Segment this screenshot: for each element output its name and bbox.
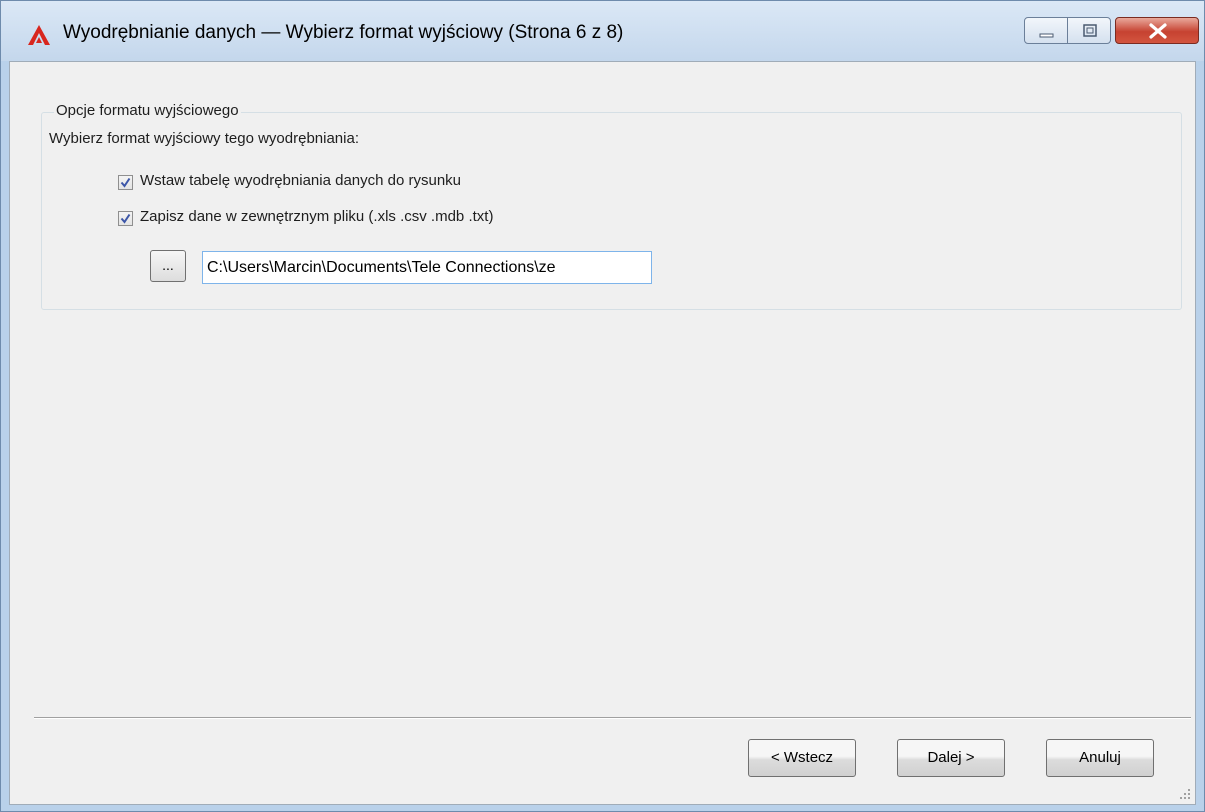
back-button[interactable]: < Wstecz [748, 739, 856, 777]
format-prompt: Wybierz format wyjściowy tego wyodrębnia… [49, 130, 359, 147]
checkmark-icon [120, 213, 131, 224]
next-button[interactable]: Dalej > [897, 739, 1005, 777]
window-title: Wyodrębnianie danych — Wybierz format wy… [63, 22, 624, 43]
cancel-button[interactable]: Anuluj [1046, 739, 1154, 777]
autocad-icon [28, 25, 50, 45]
save-external-file-label[interactable]: Zapisz dane w zewnętrznym pliku (.xls .c… [140, 208, 493, 225]
maximize-button[interactable] [1067, 17, 1111, 44]
resize-grip-icon[interactable] [1179, 788, 1191, 800]
maximize-icon [1083, 24, 1097, 37]
dialog-content: Opcje formatu wyjściowego Wybierz format… [9, 61, 1196, 805]
minimize-button[interactable] [1024, 17, 1068, 44]
insert-table-label[interactable]: Wstaw tabelę wyodrębniania danych do rys… [140, 172, 461, 189]
insert-table-checkbox[interactable] [118, 175, 133, 190]
close-icon [1149, 23, 1167, 39]
title-bar[interactable]: Wyodrębnianie danych — Wybierz format wy… [1, 1, 1204, 61]
file-path-input[interactable]: C:\Users\Marcin\Documents\Tele Connectio… [202, 251, 652, 284]
group-title: Opcje formatu wyjściowego [54, 102, 241, 119]
separator [34, 717, 1191, 719]
save-external-file-checkbox[interactable] [118, 211, 133, 226]
checkmark-icon [120, 177, 131, 188]
minimize-icon [1039, 33, 1054, 38]
browse-button[interactable]: ... [150, 250, 186, 282]
dialog-window: Wyodrębnianie danych — Wybierz format wy… [0, 0, 1205, 812]
close-button[interactable] [1115, 17, 1199, 44]
